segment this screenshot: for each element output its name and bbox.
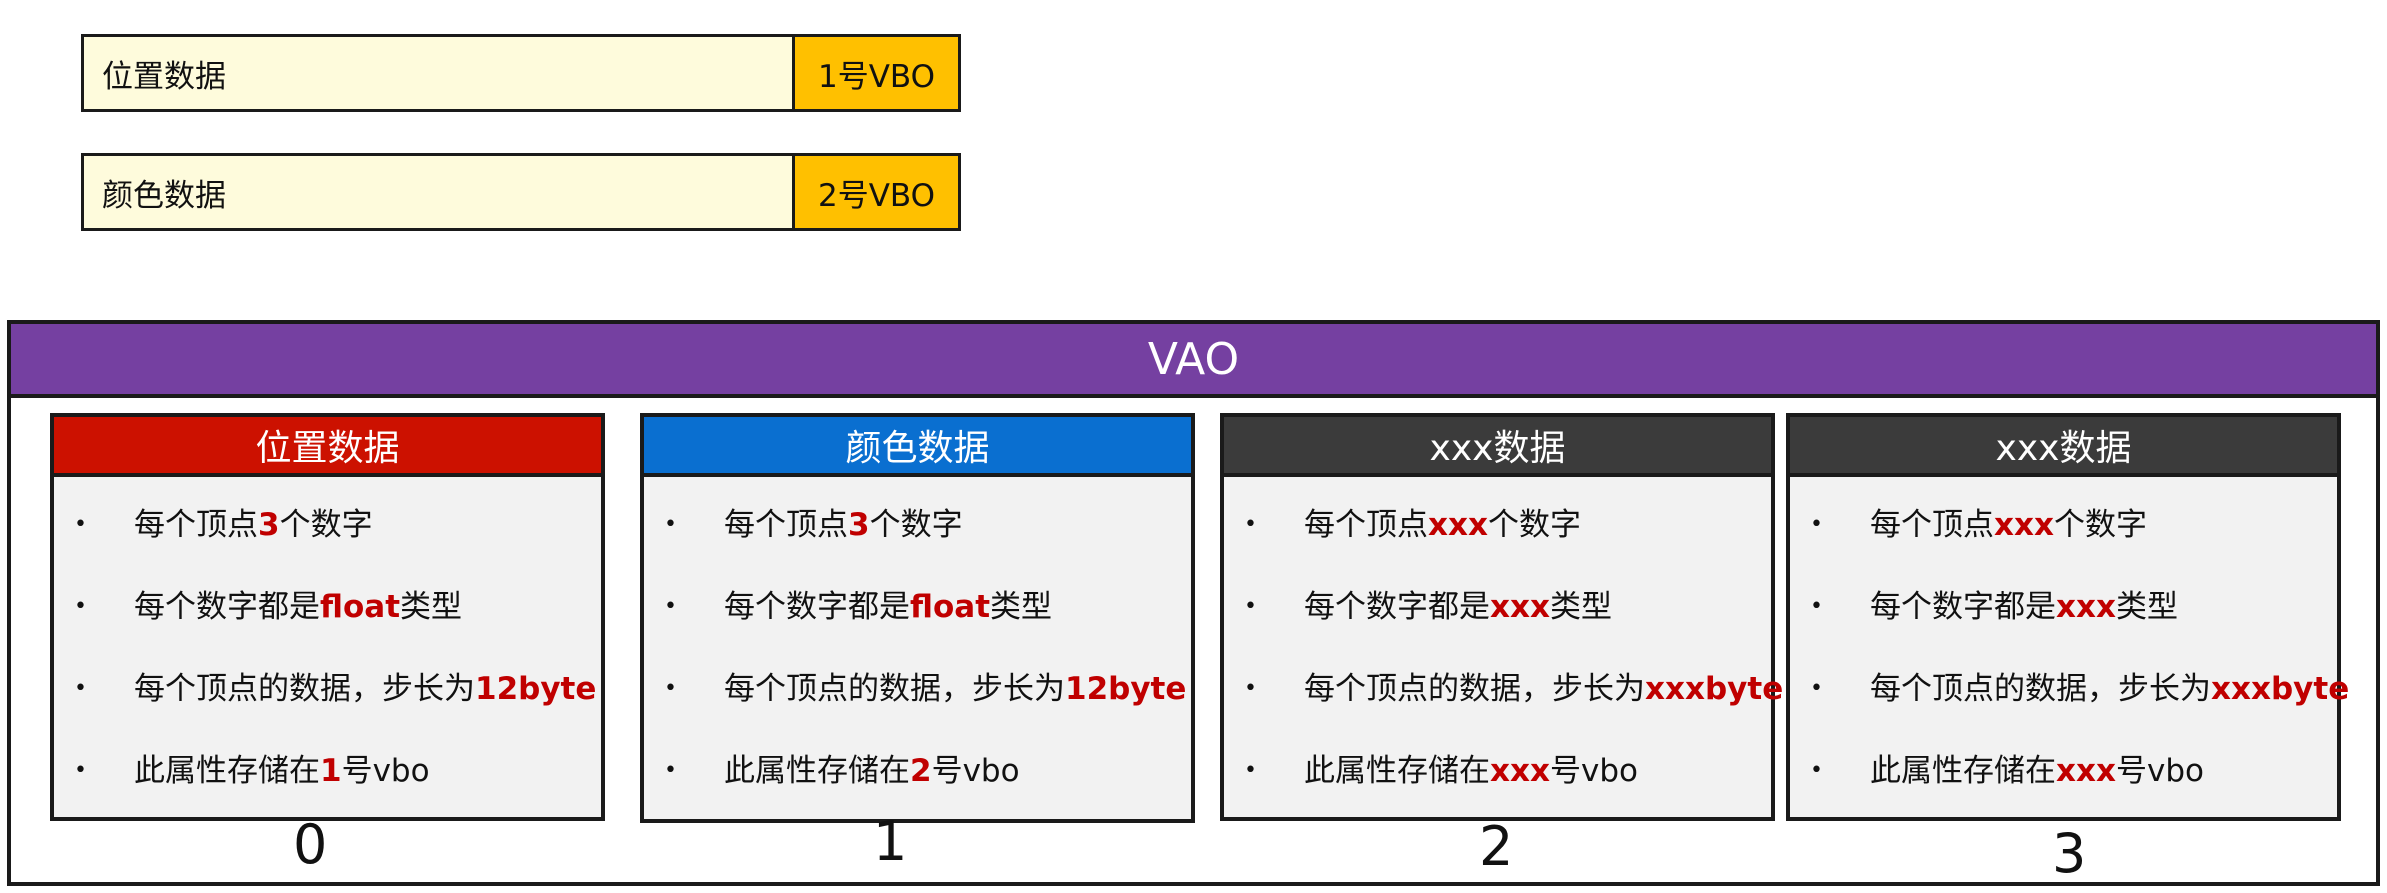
attribute-line: 每个顶点的数据，步长为xxxbyte bbox=[1224, 669, 1783, 709]
highlight-value: 1 bbox=[320, 753, 342, 789]
line-text: 每个数字都是 bbox=[1870, 589, 2056, 625]
line-text: 每个顶点 bbox=[1304, 507, 1428, 543]
attribute-lines: 每个顶点xxx个数字每个数字都是xxx类型每个顶点的数据，步长为xxxbyte此… bbox=[1790, 505, 2349, 791]
line-text: 号vbo bbox=[1550, 753, 1638, 789]
attribute-line: 每个数字都是xxx类型 bbox=[1224, 587, 1771, 627]
highlight-value: xxxbyte bbox=[1645, 671, 1784, 707]
line-text: 类型 bbox=[1550, 589, 1612, 625]
highlight-value: xxx bbox=[1490, 753, 1550, 789]
attribute-index-2: 2 bbox=[1479, 815, 1514, 878]
attribute-line: 每个顶点的数据，步长为12byte bbox=[54, 669, 601, 709]
attribute-index-0: 0 bbox=[293, 813, 328, 876]
line-text: 类型 bbox=[990, 589, 1053, 625]
highlight-value: 12byte bbox=[1065, 671, 1187, 707]
line-text: 每个顶点的数据，步长为 bbox=[1304, 671, 1645, 707]
highlight-value: float bbox=[320, 589, 401, 625]
line-text: 每个数字都是 bbox=[134, 589, 320, 625]
vbo-tag: 2号VBO bbox=[795, 156, 958, 228]
attribute-title: 颜色数据 bbox=[644, 417, 1191, 477]
line-text: 个数字 bbox=[869, 507, 963, 543]
highlight-value: xxx bbox=[2056, 753, 2116, 789]
line-text: 每个数字都是 bbox=[1304, 589, 1490, 625]
line-text: 个数字 bbox=[2054, 507, 2147, 543]
attribute-line: 此属性存储在xxx号vbo bbox=[1224, 751, 1771, 791]
attribute-lines: 每个顶点xxx个数字每个数字都是xxx类型每个顶点的数据，步长为xxxbyte此… bbox=[1224, 505, 1783, 791]
attribute-title: xxx数据 bbox=[1224, 417, 1771, 477]
attribute-title: 位置数据 bbox=[54, 417, 601, 477]
attribute-line: 每个顶点3个数字 bbox=[644, 505, 1191, 545]
highlight-value: xxx bbox=[1994, 507, 2054, 543]
highlight-value: 12byte bbox=[475, 671, 597, 707]
attribute-index-3: 3 bbox=[2052, 822, 2087, 885]
attribute-line: 此属性存储在2号vbo bbox=[644, 751, 1191, 791]
line-text: 号vbo bbox=[931, 753, 1020, 789]
line-text: 每个顶点 bbox=[1870, 507, 1994, 543]
vbo-name: 颜色数据 bbox=[84, 156, 795, 228]
attribute-lines: 每个顶点3个数字每个数字都是float类型每个顶点的数据，步长为12byte此属… bbox=[644, 505, 1191, 791]
line-text: 号vbo bbox=[2116, 753, 2204, 789]
line-text: 每个顶点的数据，步长为 bbox=[134, 671, 475, 707]
vbo-box-color: 颜色数据 2号VBO bbox=[81, 153, 961, 231]
attribute-line: 每个数字都是xxx类型 bbox=[1790, 587, 2337, 627]
highlight-value: xxx bbox=[1490, 589, 1550, 625]
highlight-value: 3 bbox=[258, 507, 280, 543]
attribute-line: 每个数字都是float类型 bbox=[644, 587, 1191, 627]
attribute-line: 每个顶点3个数字 bbox=[54, 505, 601, 545]
attribute-line: 每个顶点xxx个数字 bbox=[1790, 505, 2337, 545]
line-text: 每个数字都是 bbox=[724, 589, 910, 625]
attribute-index-1: 1 bbox=[873, 810, 908, 873]
line-text: 此属性存储在 bbox=[1870, 753, 2056, 789]
highlight-value: 3 bbox=[848, 507, 870, 543]
attribute-line: 每个顶点的数据，步长为12byte bbox=[644, 669, 1191, 709]
line-text: 每个顶点的数据，步长为 bbox=[724, 671, 1065, 707]
vbo-tag: 1号VBO bbox=[795, 37, 958, 109]
attribute-card-2: xxx数据 每个顶点xxx个数字每个数字都是xxx类型每个顶点的数据，步长为xx… bbox=[1220, 413, 1783, 821]
line-text: 每个顶点 bbox=[134, 507, 258, 543]
line-text: 个数字 bbox=[1488, 507, 1581, 543]
line-text: 此属性存储在 bbox=[724, 753, 910, 789]
line-text: 类型 bbox=[400, 589, 463, 625]
attribute-line: 此属性存储在1号vbo bbox=[54, 751, 601, 791]
highlight-value: xxx bbox=[1428, 507, 1488, 543]
line-text: 此属性存储在 bbox=[134, 753, 320, 789]
attribute-card-0: 位置数据 每个顶点3个数字每个数字都是float类型每个顶点的数据，步长为12b… bbox=[50, 413, 605, 821]
attribute-card-1: 颜色数据 每个顶点3个数字每个数字都是float类型每个顶点的数据，步长为12b… bbox=[640, 413, 1195, 823]
attribute-line: 此属性存储在xxx号vbo bbox=[1790, 751, 2337, 791]
line-text: 类型 bbox=[2116, 589, 2178, 625]
attribute-lines: 每个顶点3个数字每个数字都是float类型每个顶点的数据，步长为12byte此属… bbox=[54, 505, 601, 791]
vbo-box-position: 位置数据 1号VBO bbox=[81, 34, 961, 112]
attribute-line: 每个顶点xxx个数字 bbox=[1224, 505, 1771, 545]
line-text: 号vbo bbox=[341, 753, 430, 789]
highlight-value: xxxbyte bbox=[2211, 671, 2350, 707]
highlight-value: float bbox=[910, 589, 991, 625]
highlight-value: 2 bbox=[910, 753, 932, 789]
highlight-value: xxx bbox=[2056, 589, 2116, 625]
vbo-name: 位置数据 bbox=[84, 37, 795, 109]
attribute-card-3: xxx数据 每个顶点xxx个数字每个数字都是xxx类型每个顶点的数据，步长为xx… bbox=[1786, 413, 2349, 821]
line-text: 每个顶点 bbox=[724, 507, 848, 543]
vao-title: VAO bbox=[11, 324, 2376, 398]
line-text: 每个顶点的数据，步长为 bbox=[1870, 671, 2211, 707]
attribute-line: 每个顶点的数据，步长为xxxbyte bbox=[1790, 669, 2349, 709]
line-text: 此属性存储在 bbox=[1304, 753, 1490, 789]
line-text: 个数字 bbox=[279, 507, 373, 543]
attribute-line: 每个数字都是float类型 bbox=[54, 587, 601, 627]
attribute-title: xxx数据 bbox=[1790, 417, 2337, 477]
